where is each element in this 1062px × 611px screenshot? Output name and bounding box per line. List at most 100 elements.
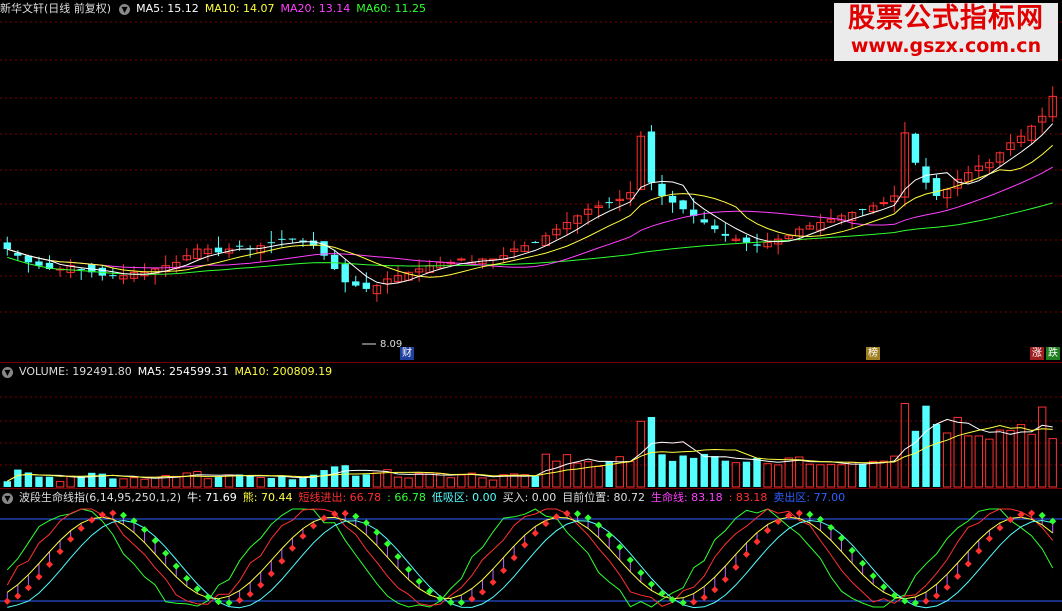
price-pane[interactable]: 新华文轩(日线 前复权) ▼ MA5: 15.12 MA10: 14.07 MA20: … — [0, 0, 1062, 362]
life-dot — [742, 550, 751, 558]
life-dot — [267, 570, 275, 578]
tag-bang[interactable]: 榜 — [866, 347, 880, 360]
volume-bar — [320, 470, 328, 487]
ma20-value: MA20: 13.14 — [280, 2, 351, 15]
tag-cai[interactable]: 财 — [400, 347, 414, 360]
candle-body — [457, 258, 466, 261]
life-dot — [373, 528, 381, 536]
life-dot — [985, 535, 993, 543]
volume-bar — [182, 472, 191, 488]
volume-ma10: MA10: 200809.19 — [234, 365, 333, 378]
volume-chart[interactable] — [0, 363, 1062, 489]
volume-bar — [668, 460, 677, 487]
volume-bar — [753, 457, 761, 487]
chevron-down-icon[interactable]: ▼ — [2, 366, 13, 378]
candle-body — [288, 238, 297, 240]
title-label: 新华文轩(日线 前复权) — [0, 2, 112, 15]
volume-ma5: MA5: 254599.31 — [137, 365, 229, 378]
life-dot — [933, 592, 941, 600]
volume-bar — [129, 477, 139, 488]
life-dot — [732, 563, 740, 571]
candle-body — [267, 242, 275, 244]
life-dot — [478, 588, 487, 596]
tag-zhang[interactable]: 涨 — [1030, 347, 1044, 360]
volume-bar — [679, 455, 687, 487]
life-dot — [1038, 511, 1046, 519]
volume-bar — [488, 479, 498, 488]
xiong-value: 熊: 70.44 — [242, 491, 293, 504]
life-dot — [394, 553, 402, 561]
volume-bar — [1006, 429, 1015, 488]
candle-body — [658, 183, 666, 196]
volume-bar — [953, 416, 962, 488]
volume-bar — [172, 475, 181, 488]
life-dot — [288, 544, 296, 552]
life-dot — [67, 535, 75, 543]
volume-bar — [414, 473, 424, 488]
ma60-line — [7, 202, 1053, 275]
volume-bar — [795, 456, 804, 488]
shengming-value: 生命线: 83.18 — [650, 491, 723, 504]
life-dot — [869, 572, 877, 580]
volume-bar — [763, 463, 772, 488]
life-dot — [172, 562, 180, 570]
life-dot — [837, 534, 846, 542]
life-dot — [521, 541, 529, 549]
ma10-value: MA10: 14.07 — [204, 2, 275, 15]
candle-body — [932, 178, 941, 196]
life-dot — [943, 583, 951, 591]
life-dot — [35, 573, 43, 581]
life-dot — [605, 531, 613, 539]
candle-body — [3, 242, 11, 250]
volume-bar — [256, 476, 265, 488]
chevron-down-icon[interactable]: ▼ — [119, 3, 131, 15]
life-dot — [341, 509, 349, 517]
life-dot — [911, 599, 919, 607]
volume-bar — [731, 462, 741, 488]
candle-body — [531, 241, 539, 243]
candle-body — [721, 233, 730, 236]
life-dot — [806, 510, 814, 519]
watermark-logo: 股票公式指标网 www.gszx.com.cn — [834, 3, 1058, 61]
volume-bar — [267, 477, 275, 487]
life-dot — [637, 569, 645, 577]
volume-bar — [288, 479, 297, 487]
life-dot — [542, 520, 550, 528]
candle-body — [668, 195, 677, 203]
life-dot — [626, 556, 634, 564]
candle-body — [679, 200, 687, 210]
life-dot — [457, 598, 465, 607]
volume-value: VOLUME: 192491.80 — [19, 365, 132, 378]
volume-bar — [805, 463, 815, 488]
candle-body — [330, 254, 339, 269]
chevron-down-icon[interactable]: ▼ — [2, 492, 13, 504]
life-dot — [964, 560, 972, 568]
volume-pane[interactable]: ▼ VOLUME: 192491.80 MA5: 254599.31 MA10: 20… — [0, 362, 1062, 489]
volume-bar — [932, 423, 941, 487]
candle-body — [605, 202, 613, 204]
life-dot — [88, 516, 96, 524]
life-dot — [3, 597, 11, 605]
life-dot — [320, 514, 328, 522]
volume-bar — [109, 478, 117, 487]
life-dot — [573, 510, 582, 518]
volume-bar — [393, 476, 403, 488]
candle-body — [858, 209, 867, 211]
dixiqu-value: 低吸区: 0.00 — [431, 491, 497, 504]
volume-bar — [55, 480, 65, 488]
life-dot — [415, 577, 423, 585]
volume-bar — [900, 402, 910, 488]
tag-die[interactable]: 跌 — [1046, 347, 1060, 360]
volume-bar — [362, 474, 371, 487]
volume-bar — [594, 465, 603, 488]
volume-bar — [203, 478, 213, 488]
volume-bar — [278, 475, 286, 487]
blank-value: : 66.78 — [387, 491, 426, 504]
volume-bar — [689, 457, 698, 487]
mubiao-value: 目前位置: 80.72 — [562, 491, 645, 504]
indicator-pane[interactable]: ▼ 波段生命线指(6,14,95,250,1,2) 牛: 71.69 熊: 70.44… — [0, 488, 1062, 611]
candle-body — [235, 245, 244, 247]
candle-body — [278, 238, 286, 240]
indicator-chart[interactable] — [0, 489, 1062, 611]
life-dot — [151, 537, 159, 545]
